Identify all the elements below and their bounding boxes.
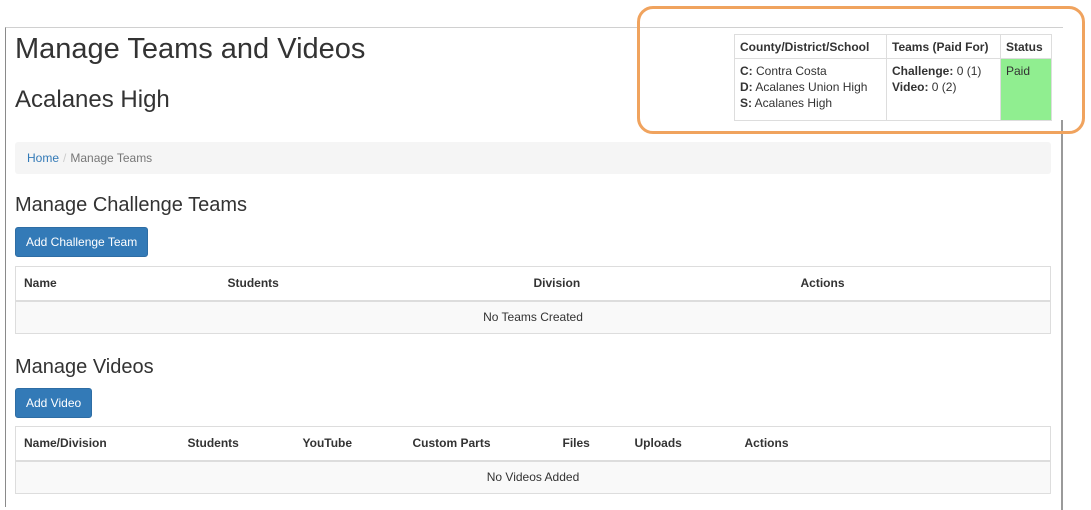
column-header-students: Students bbox=[219, 266, 526, 302]
challenge-table-header-row: Name Students Division Actions bbox=[15, 266, 1051, 302]
empty-videos-message: No Videos Added bbox=[15, 460, 1051, 494]
column-header-youtube: YouTube bbox=[294, 426, 405, 462]
videos-table-header-row: Name/Division Students YouTube Custom Pa… bbox=[15, 426, 1051, 462]
challenge-section-title: Manage Challenge Teams bbox=[15, 194, 248, 216]
add-video-button[interactable]: Add Video bbox=[15, 388, 93, 418]
breadcrumb: Home / Manage Teams bbox=[15, 142, 1051, 174]
table-row: No Videos Added bbox=[15, 460, 1051, 494]
videos-table: Name/Division Students YouTube Custom Pa… bbox=[15, 426, 1051, 494]
breadcrumb-home-link[interactable]: Home bbox=[27, 151, 59, 165]
column-header-files: Files bbox=[554, 426, 627, 462]
status-highlight-callout bbox=[637, 6, 1085, 134]
column-header-custom-parts: Custom Parts bbox=[404, 426, 555, 462]
add-challenge-team-button[interactable]: Add Challenge Team bbox=[15, 227, 149, 257]
breadcrumb-current: Manage Teams bbox=[70, 151, 153, 165]
column-header-name-division: Name/Division bbox=[15, 426, 180, 462]
school-title: Acalanes High bbox=[15, 86, 170, 113]
empty-teams-message: No Teams Created bbox=[15, 300, 1051, 334]
column-header-name: Name bbox=[15, 266, 220, 302]
table-row: No Teams Created bbox=[15, 300, 1051, 334]
challenge-teams-table: Name Students Division Actions No Teams … bbox=[15, 266, 1051, 334]
videos-section-title: Manage Videos bbox=[15, 356, 154, 378]
column-header-actions: Actions bbox=[792, 266, 1051, 302]
column-header-actions: Actions bbox=[736, 426, 1051, 462]
page-frame-edge bbox=[1061, 120, 1063, 510]
page-title: Manage Teams and Videos bbox=[15, 33, 366, 65]
breadcrumb-separator: / bbox=[63, 151, 67, 165]
column-header-students: Students bbox=[179, 426, 295, 462]
column-header-division: Division bbox=[525, 266, 793, 302]
column-header-uploads: Uploads bbox=[626, 426, 737, 462]
